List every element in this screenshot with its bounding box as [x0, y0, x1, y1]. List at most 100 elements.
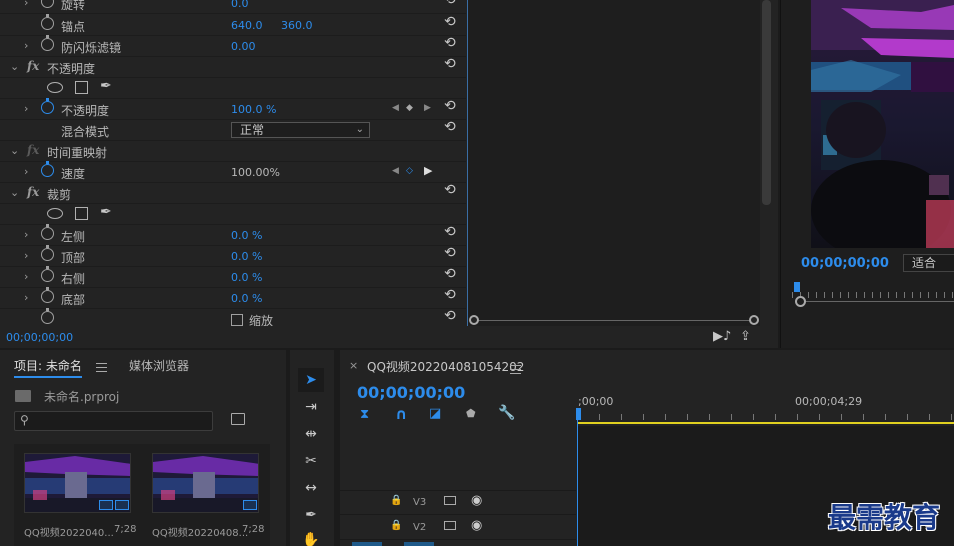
effect-group-opacity[interactable]: ⌄ fx 不透明度 ⟲ [0, 57, 466, 78]
stopwatch-icon[interactable] [41, 308, 54, 324]
timeline-timecode[interactable]: 00;00;00;00 [357, 383, 465, 402]
property-row-opacity[interactable]: › 不透明度 100.0 % ◀ ◆ ▶ ⟲ [0, 98, 466, 120]
chevron-right-icon[interactable]: › [24, 39, 28, 52]
reset-icon[interactable]: ⟲ [444, 99, 458, 113]
fit-dropdown[interactable]: 适合 [903, 254, 954, 272]
ripple-edit-tool-icon[interactable]: ⇹ [298, 422, 324, 446]
play-audio-icon[interactable]: ▶♪ [713, 329, 731, 344]
property-value[interactable]: 0.0 [231, 0, 249, 10]
property-row-anchor[interactable]: 锚点 640.0 360.0 ⟲ [0, 14, 466, 36]
zoom-handle-left[interactable] [469, 315, 479, 325]
property-value-x[interactable]: 640.0 [231, 19, 263, 32]
hand-tool-icon[interactable]: ✋ [298, 528, 324, 546]
property-value[interactable]: 100.00% [231, 166, 280, 179]
ellipse-mask-icon[interactable] [47, 82, 63, 93]
tab-project[interactable]: 项目: 未命名 [14, 357, 82, 378]
monitor-time-ruler[interactable] [792, 292, 954, 298]
stopwatch-icon[interactable] [41, 35, 54, 51]
reset-icon[interactable]: ⟲ [444, 15, 458, 29]
rectangle-mask-icon[interactable] [75, 207, 88, 220]
reset-icon[interactable]: ⟲ [444, 246, 458, 260]
track-target-a1[interactable] [404, 542, 434, 546]
clip-thumbnail[interactable] [152, 453, 259, 513]
tab-media-browser[interactable]: 媒体浏览器 [129, 357, 189, 374]
stopwatch-icon[interactable] [41, 0, 54, 8]
reset-icon[interactable]: ⟲ [444, 309, 458, 323]
chevron-right-icon[interactable]: › [24, 249, 28, 262]
prev-keyframe-icon[interactable]: ◀ [392, 166, 399, 176]
monitor-playhead[interactable] [794, 282, 800, 292]
zoom-handle-right[interactable] [749, 315, 759, 325]
time-ruler[interactable] [577, 414, 954, 420]
property-row-speed[interactable]: › 速度 100.00% ◀ ◇ ▶ [0, 161, 466, 183]
chevron-down-icon[interactable]: ⌄ [10, 60, 19, 73]
pen-tool-icon[interactable]: ✒ [298, 503, 324, 527]
wrench-icon[interactable]: 🔧 [498, 405, 515, 421]
monitor-zoom-track[interactable] [800, 301, 954, 302]
pen-mask-icon[interactable]: ✒ [100, 204, 112, 220]
reset-icon[interactable]: ⟲ [444, 120, 458, 134]
fx-icon[interactable]: fx [27, 143, 39, 157]
property-value-y[interactable]: 360.0 [281, 19, 313, 32]
lock-icon[interactable]: 🔒 [390, 520, 402, 531]
reset-icon[interactable]: ⟲ [444, 0, 458, 7]
stopwatch-icon[interactable] [41, 266, 54, 282]
chevron-right-icon[interactable]: › [24, 228, 28, 241]
next-keyframe-icon[interactable]: ▶ [424, 164, 432, 177]
sync-lock-icon[interactable] [444, 496, 456, 505]
property-row-anti-flicker[interactable]: › 防闪烁滤镜 0.00 ⟲ [0, 35, 466, 57]
work-area-bar[interactable] [577, 422, 954, 424]
effect-controls-scrollbar[interactable] [762, 0, 771, 205]
property-value[interactable]: 0.00 [231, 40, 256, 53]
property-value[interactable]: 0.0 % [231, 250, 262, 263]
track-header-v3[interactable]: 🔒 V3 ◉ [340, 491, 576, 515]
stopwatch-icon[interactable] [41, 14, 54, 30]
nest-icon[interactable]: ⧗ [360, 407, 369, 422]
sequence-tab[interactable]: QQ视频202204081054202 [367, 358, 524, 375]
zoom-checkbox[interactable] [231, 314, 243, 326]
linked-selection-icon[interactable]: ◪ [429, 406, 441, 421]
effect-group-crop[interactable]: ⌄ fx 裁剪 ⟲ [0, 183, 466, 204]
property-value[interactable]: 0.0 % [231, 229, 262, 242]
reset-icon[interactable]: ⟲ [444, 288, 458, 302]
property-row-crop-left[interactable]: › 左侧 0.0 % ⟲ [0, 224, 466, 246]
reset-icon[interactable]: ⟲ [444, 267, 458, 281]
export-frame-icon[interactable]: ⇪ [740, 329, 751, 344]
track-header-v2[interactable]: 🔒 V2 ◉ [340, 516, 576, 540]
chevron-right-icon[interactable]: › [24, 270, 28, 283]
effect-controls-timeline[interactable] [467, 0, 760, 326]
chevron-right-icon[interactable]: › [24, 165, 28, 178]
selection-tool-icon[interactable]: ➤ [298, 368, 324, 392]
clip-thumbnail[interactable] [24, 453, 131, 513]
reset-icon[interactable]: ⟲ [444, 36, 458, 50]
eye-icon[interactable]: ◉ [471, 518, 482, 533]
search-field[interactable]: ⚲ [14, 411, 213, 431]
property-value[interactable]: 0.0 % [231, 271, 262, 284]
chevron-down-icon[interactable]: ⌄ [10, 186, 19, 199]
pen-mask-icon[interactable]: ✒ [100, 78, 112, 94]
chevron-right-icon[interactable]: › [24, 0, 28, 9]
razor-tool-icon[interactable]: ✂ [298, 449, 324, 473]
reset-icon[interactable]: ⟲ [444, 183, 458, 197]
panel-menu-icon[interactable] [96, 360, 107, 374]
panel-menu-icon[interactable] [510, 362, 521, 376]
snap-icon[interactable]: ∩ [395, 405, 407, 423]
chevron-right-icon[interactable]: › [24, 291, 28, 304]
reset-icon[interactable]: ⟲ [444, 225, 458, 239]
stopwatch-icon[interactable] [41, 287, 54, 303]
property-value[interactable]: 100.0 % [231, 103, 276, 116]
property-row-rotation[interactable]: › 旋转 0.0 ⟲ [0, 0, 466, 14]
property-value[interactable]: 0.0 % [231, 292, 262, 305]
sync-lock-icon[interactable] [444, 521, 456, 530]
stopwatch-icon[interactable] [41, 245, 54, 261]
property-row-crop-bottom[interactable]: › 底部 0.0 % ⟲ [0, 287, 466, 309]
effect-controls-timecode[interactable]: 00;00;00;00 [6, 331, 73, 344]
ellipse-mask-icon[interactable] [47, 208, 63, 219]
track-select-tool-icon[interactable]: ⇥ [298, 395, 324, 419]
reset-icon[interactable]: ⟲ [444, 57, 458, 71]
add-marker-icon[interactable]: ⬟ [466, 407, 476, 420]
prev-keyframe-icon[interactable]: ◀ [392, 103, 399, 113]
add-keyframe-icon[interactable]: ◇ [406, 166, 413, 176]
zoom-scrollbar-track[interactable] [470, 320, 754, 321]
rectangle-mask-icon[interactable] [75, 81, 88, 94]
